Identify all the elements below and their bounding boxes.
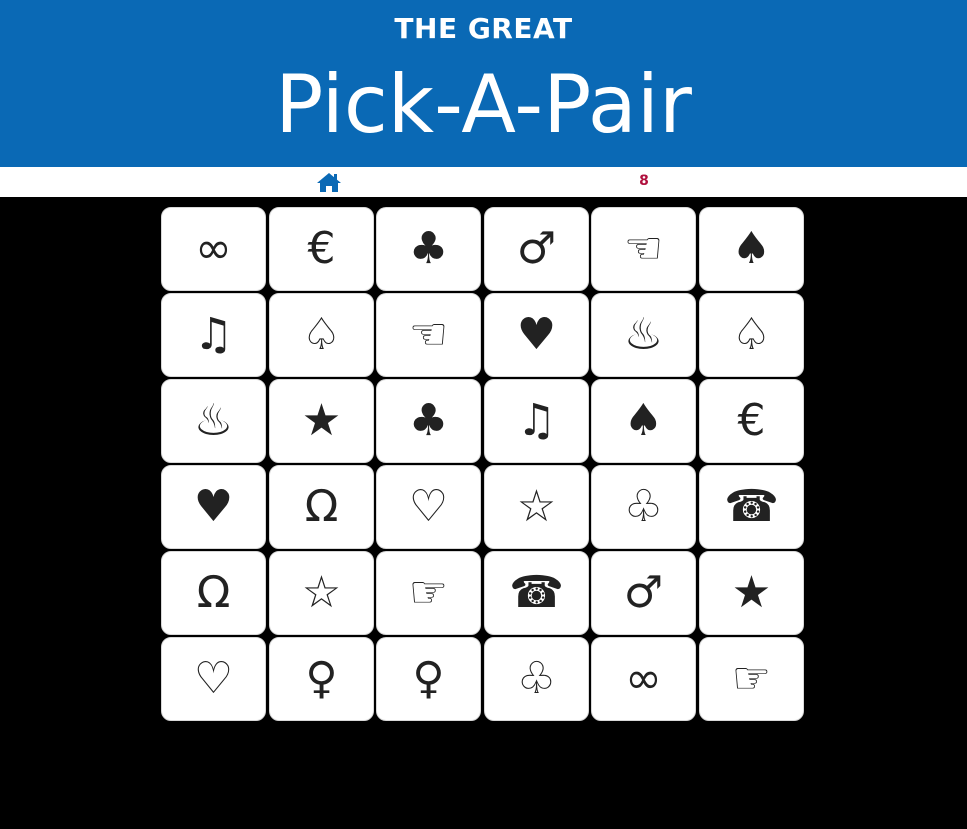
card-star-outline[interactable]: ☆ xyxy=(269,551,374,635)
star-outline-icon: ☆ xyxy=(301,567,342,618)
club-filled-icon: ♣ xyxy=(408,395,449,446)
card-male-sign[interactable]: ♂ xyxy=(484,207,589,291)
card-spade-outline[interactable]: ♤ xyxy=(269,293,374,377)
heart-outline-icon: ♡ xyxy=(408,481,449,532)
card-telephone[interactable]: ☎ xyxy=(699,465,804,549)
card-pointing-hand-right[interactable]: ☞ xyxy=(376,551,481,635)
hot-springs-icon: ♨ xyxy=(623,309,664,360)
male-sign-icon: ♂ xyxy=(516,223,557,274)
spade-outline-icon: ♤ xyxy=(731,309,772,360)
pointing-hand-right-icon: ☞ xyxy=(408,567,449,618)
pointing-hand-left-icon: ☜ xyxy=(408,309,449,360)
card-hot-springs[interactable]: ♨ xyxy=(161,379,266,463)
female-sign-icon: ♀ xyxy=(305,653,338,704)
pointing-hand-right-icon: ☞ xyxy=(731,653,772,704)
header-banner: THE GREAT Pick-A-Pair xyxy=(0,0,967,167)
card-euro[interactable]: € xyxy=(699,379,804,463)
card-club-outline[interactable]: ♧ xyxy=(591,465,696,549)
card-club-outline[interactable]: ♧ xyxy=(484,637,589,721)
euro-icon: € xyxy=(737,395,766,446)
card-pointing-hand-right[interactable]: ☞ xyxy=(699,637,804,721)
card-star-outline[interactable]: ☆ xyxy=(484,465,589,549)
card-male-sign[interactable]: ♂ xyxy=(591,551,696,635)
game-title: Pick-A-Pair xyxy=(275,58,692,151)
male-sign-icon: ♂ xyxy=(623,567,664,618)
music-notes-icon: ♫ xyxy=(516,395,557,446)
star-filled-icon: ★ xyxy=(301,395,342,446)
card-music-notes[interactable]: ♫ xyxy=(484,379,589,463)
home-icon xyxy=(317,173,341,192)
spade-filled-icon: ♠ xyxy=(731,223,772,274)
star-filled-icon: ★ xyxy=(731,567,772,618)
hot-springs-icon: ♨ xyxy=(193,395,234,446)
euro-icon: € xyxy=(307,223,336,274)
omega-icon: Ω xyxy=(196,567,231,618)
card-pointing-hand-left[interactable]: ☜ xyxy=(376,293,481,377)
card-telephone[interactable]: ☎ xyxy=(484,551,589,635)
spade-outline-icon: ♤ xyxy=(301,309,342,360)
score-counter: 8 xyxy=(639,173,649,189)
card-star-filled[interactable]: ★ xyxy=(699,551,804,635)
card-heart-outline[interactable]: ♡ xyxy=(161,637,266,721)
card-female-sign[interactable]: ♀ xyxy=(269,637,374,721)
club-filled-icon: ♣ xyxy=(408,223,449,274)
card-star-filled[interactable]: ★ xyxy=(269,379,374,463)
card-infinity[interactable]: ∞ xyxy=(591,637,696,721)
pointing-hand-left-icon: ☜ xyxy=(623,223,664,274)
infinity-icon: ∞ xyxy=(195,223,232,274)
status-bar: 8 xyxy=(0,167,967,197)
card-music-notes[interactable]: ♫ xyxy=(161,293,266,377)
omega-icon: Ω xyxy=(304,481,339,532)
card-club-filled[interactable]: ♣ xyxy=(376,379,481,463)
card-spade-filled[interactable]: ♠ xyxy=(699,207,804,291)
telephone-icon: ☎ xyxy=(509,567,564,618)
card-heart-filled[interactable]: ♥ xyxy=(484,293,589,377)
spade-filled-icon: ♠ xyxy=(623,395,664,446)
card-omega[interactable]: Ω xyxy=(161,551,266,635)
music-notes-icon: ♫ xyxy=(193,309,234,360)
female-sign-icon: ♀ xyxy=(412,653,445,704)
club-outline-icon: ♧ xyxy=(623,481,664,532)
heart-outline-icon: ♡ xyxy=(193,653,234,704)
club-outline-icon: ♧ xyxy=(516,653,557,704)
card-omega[interactable]: Ω xyxy=(269,465,374,549)
telephone-icon: ☎ xyxy=(724,481,779,532)
card-infinity[interactable]: ∞ xyxy=(161,207,266,291)
card-spade-filled[interactable]: ♠ xyxy=(591,379,696,463)
card-heart-filled[interactable]: ♥ xyxy=(161,465,266,549)
home-button[interactable] xyxy=(316,171,342,193)
card-heart-outline[interactable]: ♡ xyxy=(376,465,481,549)
card-hot-springs[interactable]: ♨ xyxy=(591,293,696,377)
card-club-filled[interactable]: ♣ xyxy=(376,207,481,291)
heart-filled-icon: ♥ xyxy=(516,309,557,360)
card-pointing-hand-left[interactable]: ☜ xyxy=(591,207,696,291)
card-euro[interactable]: € xyxy=(269,207,374,291)
infinity-icon: ∞ xyxy=(625,653,662,704)
heart-filled-icon: ♥ xyxy=(193,481,234,532)
card-grid: ∞ € ♣ ♂ ☜ ♠ ♫ ♤ ☜ ♥ ♨ ♤ ♨ ★ ♣ ♫ ♠ € ♥ Ω ♡ ☆ ♧ ☎ Ω ☆ ☞ ☎ ♂ ★ ♡ ♀ ♀ ♧ ∞ ☞ xyxy=(161,207,806,723)
card-spade-outline[interactable]: ♤ xyxy=(699,293,804,377)
card-female-sign[interactable]: ♀ xyxy=(376,637,481,721)
header-subtitle: THE GREAT xyxy=(394,12,573,45)
star-outline-icon: ☆ xyxy=(516,481,557,532)
